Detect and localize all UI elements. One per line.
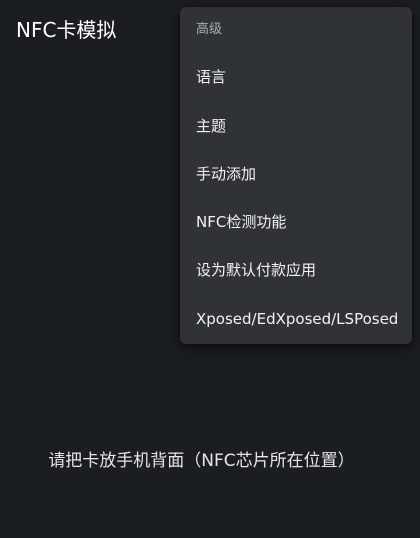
- menu-item-theme[interactable]: 主题: [180, 102, 412, 150]
- overflow-menu: 高级 语言 主题 手动添加 NFC检测功能 设为默认付款应用 Xposed/Ed…: [180, 7, 412, 344]
- menu-header: 高级: [196, 22, 223, 37]
- menu-item-language[interactable]: 语言: [180, 53, 412, 101]
- menu-item-nfc-detection[interactable]: NFC检测功能: [180, 198, 412, 246]
- menu-item-manual-add[interactable]: 手动添加: [180, 150, 412, 198]
- menu-item-xposed[interactable]: Xposed/EdXposed/LSPosed: [180, 295, 412, 343]
- tap-card-hint: 请把卡放手机背面（NFC芯片所在位置）: [48, 451, 355, 471]
- menu-item-default-payment[interactable]: 设为默认付款应用: [180, 246, 412, 294]
- app-title: NFC卡模拟: [16, 18, 117, 42]
